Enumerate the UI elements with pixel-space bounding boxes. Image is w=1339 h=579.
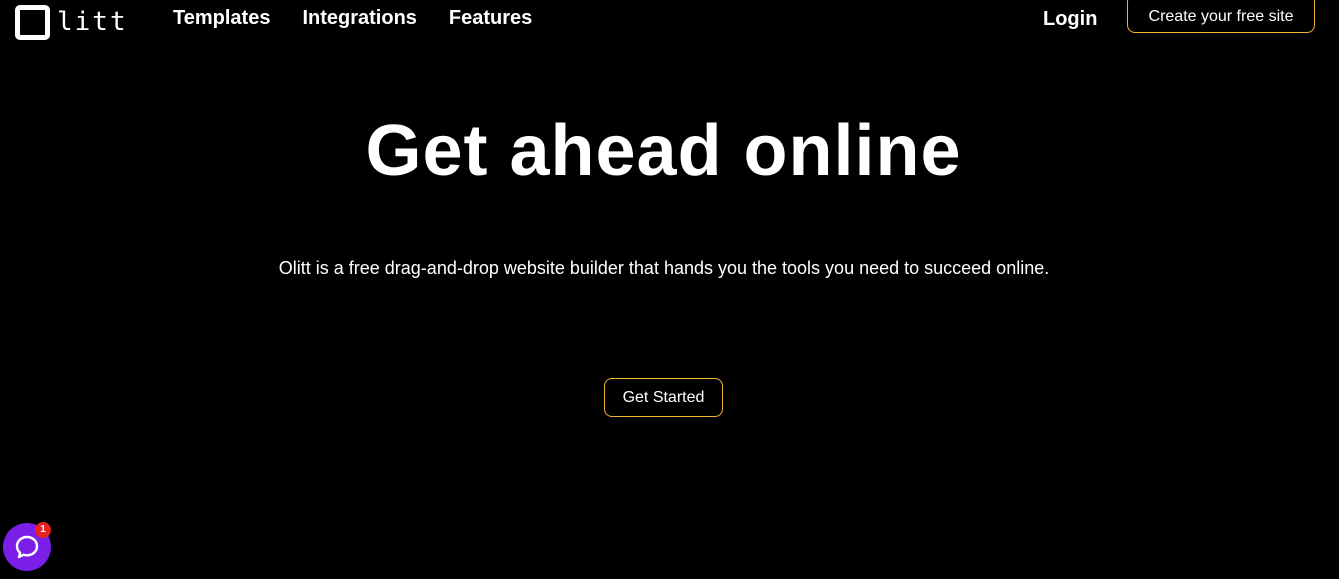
landing-page: litt Templates Integrations Features Log… — [0, 0, 1339, 579]
nav-features[interactable]: Features — [449, 6, 532, 30]
login-link[interactable]: Login — [1043, 7, 1097, 31]
logo-mark-icon — [15, 5, 50, 40]
hero-subtitle: Olitt is a free drag-and-drop website bu… — [278, 258, 1050, 278]
nav-templates[interactable]: Templates — [173, 6, 270, 30]
get-started-button[interactable]: Get Started — [604, 378, 723, 417]
create-free-site-button[interactable]: Create your free site — [1127, 0, 1315, 33]
nav-integrations[interactable]: Integrations — [302, 6, 416, 30]
hero-title: Get ahead online — [365, 111, 962, 191]
chat-bubble-icon — [15, 535, 39, 559]
logo-wordmark: litt — [57, 6, 128, 37]
main-nav: Templates Integrations Features — [173, 6, 532, 30]
olitt-logo[interactable]: litt — [15, 5, 128, 40]
chat-notification-badge: 1 — [35, 522, 51, 538]
